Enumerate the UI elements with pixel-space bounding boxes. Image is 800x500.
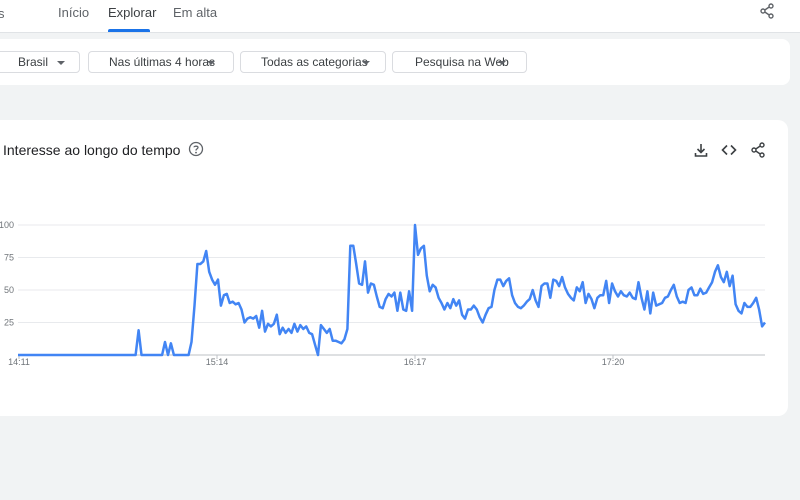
y-tick-label: 75: [4, 253, 14, 263]
chevron-down-icon: [57, 61, 65, 65]
help-icon[interactable]: [188, 141, 204, 157]
category-label: Todas as categorias: [261, 55, 368, 69]
tab-inicio[interactable]: Início: [58, 5, 89, 20]
tab-em-alta[interactable]: Em alta: [173, 5, 217, 20]
download-icon[interactable]: [693, 142, 709, 158]
x-tick-label: 16:17: [404, 357, 427, 367]
x-tick-label: 15:14: [206, 357, 229, 367]
y-tick-label: 25: [4, 318, 14, 328]
region-select[interactable]: Brasil: [0, 51, 80, 73]
search-type-label: Pesquisa na Web: [415, 55, 509, 69]
x-tick-label: 17:20: [602, 357, 625, 367]
share-icon[interactable]: [759, 3, 775, 19]
time-range-label: Nas últimas 4 horas: [109, 55, 216, 69]
truncated-nav-text: s: [0, 6, 5, 21]
x-tick-label: 14:11: [8, 357, 30, 367]
y-tick-label: 50: [4, 285, 14, 295]
chevron-down-icon: [362, 61, 370, 65]
embed-code-icon[interactable]: [721, 142, 737, 158]
category-select[interactable]: Todas as categorias: [240, 51, 386, 73]
tab-explorar[interactable]: Explorar: [108, 5, 156, 20]
chart-title: Interesse ao longo do tempo: [3, 142, 181, 158]
chevron-down-icon: [498, 61, 506, 65]
time-range-select[interactable]: Nas últimas 4 horas: [88, 51, 234, 73]
interest-line-chart: 25 50 75 100 14:11 15:14 16:17 17:20: [0, 220, 767, 367]
active-tab-indicator: [108, 29, 150, 32]
region-select-label: Brasil: [18, 55, 49, 69]
share-icon[interactable]: [750, 142, 766, 158]
top-nav-bar: s Início Explorar Em alta: [0, 0, 800, 33]
search-type-select[interactable]: Pesquisa na Web: [392, 51, 527, 73]
y-tick-label: 100: [0, 220, 14, 230]
chevron-down-icon: [207, 61, 215, 65]
